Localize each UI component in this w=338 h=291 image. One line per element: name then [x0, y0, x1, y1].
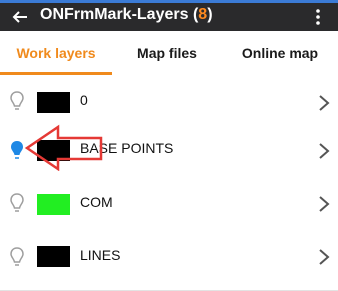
back-button[interactable] [6, 3, 34, 31]
layer-color-swatch[interactable] [37, 92, 70, 113]
app-bar: ONFrmMark-Layers (8) [0, 0, 338, 31]
layer-color-swatch[interactable] [37, 194, 70, 215]
tab-bar: Work layers Map files Online map [0, 31, 338, 76]
page-title: ONFrmMark-Layers (8) [40, 6, 213, 23]
lightbulb-off-icon[interactable] [8, 90, 26, 114]
chevron-right-icon[interactable] [318, 142, 330, 160]
back-arrow-icon [12, 11, 27, 23]
layer-count: 8 [198, 6, 208, 23]
tab-map-files[interactable]: Map files [112, 31, 222, 75]
layer-row[interactable]: COM [0, 176, 338, 234]
chevron-right-icon[interactable] [318, 195, 330, 213]
layer-name: COM [80, 194, 113, 210]
lightbulb-off-icon[interactable] [8, 192, 26, 216]
tab-online-map[interactable]: Online map [222, 31, 338, 75]
overflow-menu-button[interactable] [306, 3, 330, 31]
layer-row[interactable]: LINES [0, 233, 338, 291]
kebab-menu-icon [316, 9, 320, 25]
tab-work-layers[interactable]: Work layers [0, 31, 112, 75]
lightbulb-off-icon[interactable] [8, 246, 26, 270]
chevron-right-icon[interactable] [318, 94, 330, 112]
layer-name: 0 [80, 92, 88, 108]
chevron-right-icon[interactable] [318, 248, 330, 266]
layer-name: LINES [80, 247, 121, 263]
callout-arrow-icon [24, 124, 103, 171]
